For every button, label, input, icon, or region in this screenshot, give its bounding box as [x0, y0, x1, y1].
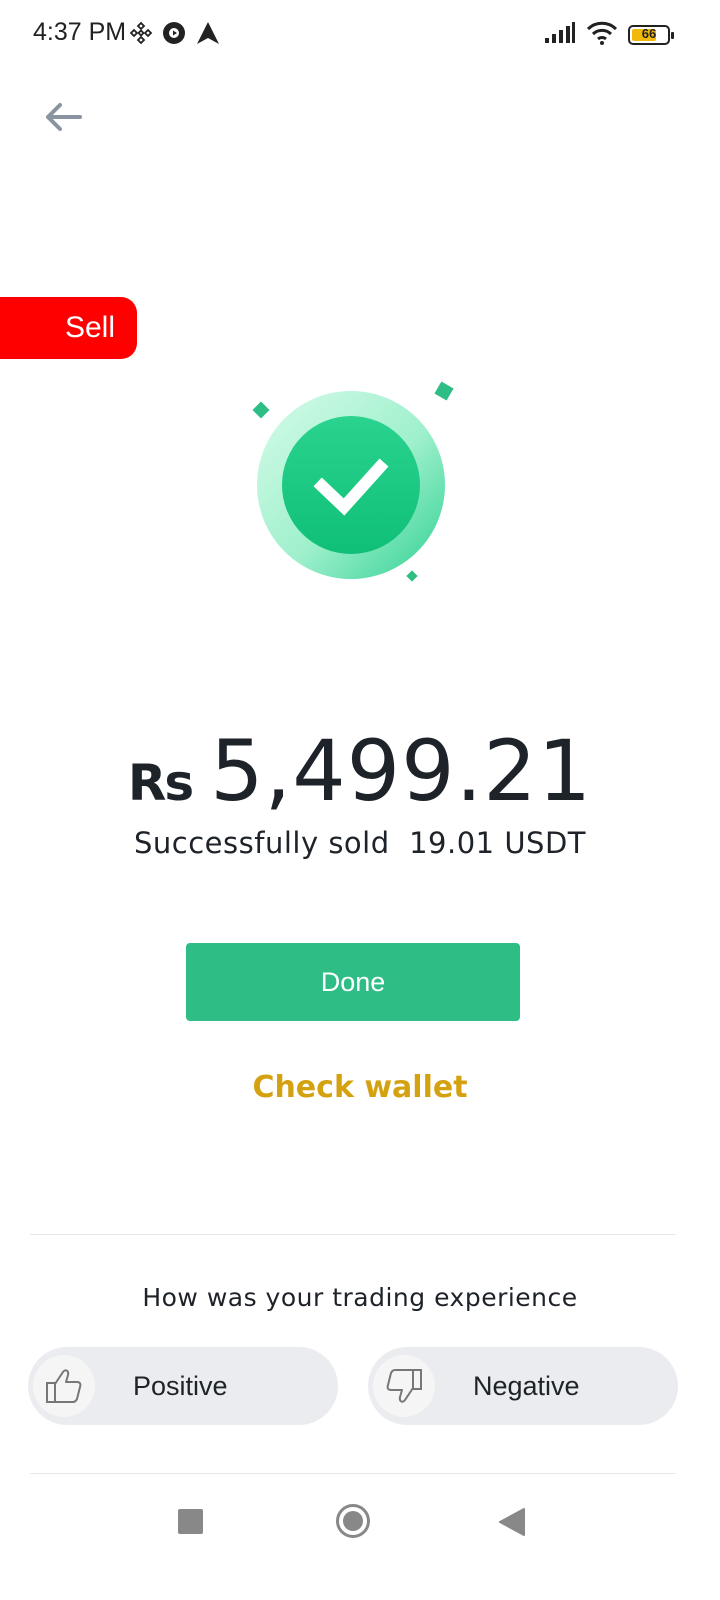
received-amount: 5,499.21	[210, 722, 593, 820]
negative-label: Negative	[473, 1370, 580, 1401]
sparkle-decoration	[406, 570, 418, 582]
success-graphic	[240, 370, 470, 600]
arrow-left-icon	[40, 103, 84, 141]
status-time: 4:37 PM	[33, 18, 127, 46]
status-icons-right: 66	[544, 20, 674, 50]
sparkle-decoration	[252, 401, 270, 419]
status-icons-left	[129, 20, 221, 50]
divider	[30, 1473, 676, 1474]
currency-symbol: Rs	[127, 754, 194, 812]
sell-tag-label: Sell	[64, 311, 115, 344]
sold-message: Successfully sold 19.01 USDT	[134, 826, 586, 860]
positive-label: Positive	[133, 1370, 228, 1401]
amount-row: Rs 5,499.21	[0, 722, 720, 820]
battery-icon: 66	[628, 25, 674, 45]
binance-icon	[129, 21, 153, 49]
signal-icon	[544, 22, 576, 48]
trade-success-screen: 4:37 PM 66 Sell Rs 5,499.21 Successfully…	[0, 0, 720, 1600]
feedback-question: How was your trading experience	[142, 1283, 578, 1312]
sparkle-decoration	[434, 381, 454, 401]
positive-feedback-button[interactable]: Positive	[28, 1347, 338, 1425]
done-button[interactable]: Done	[186, 943, 520, 1021]
status-bar: 4:37 PM 66	[0, 0, 720, 70]
home-icon[interactable]	[335, 1503, 371, 1539]
thumbs-down-icon	[373, 1355, 435, 1417]
thumbs-up-icon	[33, 1355, 95, 1417]
divider	[30, 1234, 676, 1235]
media-icon	[161, 20, 187, 50]
back-button[interactable]	[40, 97, 84, 137]
navigation-icon	[195, 20, 221, 50]
sell-tag: Sell	[0, 297, 137, 359]
system-nav-bar	[0, 1476, 720, 1566]
negative-feedback-button[interactable]: Negative	[368, 1347, 678, 1425]
back-icon[interactable]	[497, 1506, 527, 1538]
battery-level: 66	[641, 26, 657, 41]
check-wallet-link[interactable]: Check wallet	[0, 1070, 720, 1105]
wifi-icon	[586, 21, 618, 49]
recents-icon[interactable]	[178, 1509, 203, 1534]
